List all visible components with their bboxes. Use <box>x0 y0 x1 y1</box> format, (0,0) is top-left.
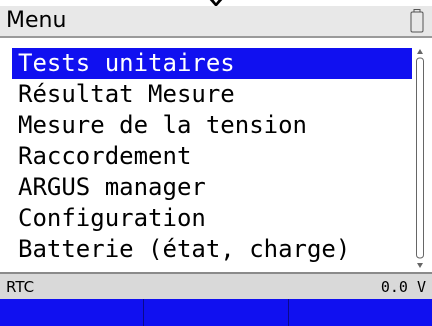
menu-item-label: Batterie (état, charge) <box>18 235 351 263</box>
menu-item-label: Raccordement <box>18 142 192 170</box>
menu-item-argus-manager[interactable]: ARGUS manager <box>12 172 412 203</box>
menu-item-label: Mesure de la tension <box>18 111 307 139</box>
scroll-up-arrow-icon <box>417 49 423 54</box>
softkey-1[interactable] <box>0 299 145 326</box>
menu-area: Tests unitaires Résultat Mesure Mesure d… <box>0 38 432 272</box>
menu-item-batterie[interactable]: Batterie (état, charge) <box>12 234 412 265</box>
scroll-down-arrow-icon <box>417 263 423 268</box>
battery-icon <box>410 9 424 33</box>
menu-list: Tests unitaires Résultat Mesure Mesure d… <box>12 48 412 265</box>
status-bar: RTC 0.0 V <box>0 272 432 299</box>
menu-item-label: Résultat Mesure <box>18 80 235 108</box>
menu-item-label: Tests unitaires <box>18 49 235 77</box>
scrollbar-thumb <box>416 57 424 259</box>
softkey-bar <box>0 299 432 326</box>
menu-item-label: Configuration <box>18 204 206 232</box>
title-bar: Menu <box>0 6 432 38</box>
status-rtc: RTC <box>6 278 35 296</box>
menu-item-tests-unitaires[interactable]: Tests unitaires <box>12 48 412 79</box>
menu-item-label: ARGUS manager <box>18 173 206 201</box>
device-screen: Menu Tests unitaires Résultat Mesure Mes… <box>0 0 432 326</box>
menu-item-raccordement[interactable]: Raccordement <box>12 141 412 172</box>
softkey-2[interactable] <box>144 299 289 326</box>
page-title: Menu <box>6 8 67 33</box>
scrollbar[interactable] <box>415 48 425 270</box>
menu-item-mesure-tension[interactable]: Mesure de la tension <box>12 110 412 141</box>
menu-item-configuration[interactable]: Configuration <box>12 203 412 234</box>
softkey-3[interactable] <box>288 299 432 326</box>
status-voltage: 0.0 V <box>380 278 426 296</box>
menu-item-resultat-mesure[interactable]: Résultat Mesure <box>12 79 412 110</box>
